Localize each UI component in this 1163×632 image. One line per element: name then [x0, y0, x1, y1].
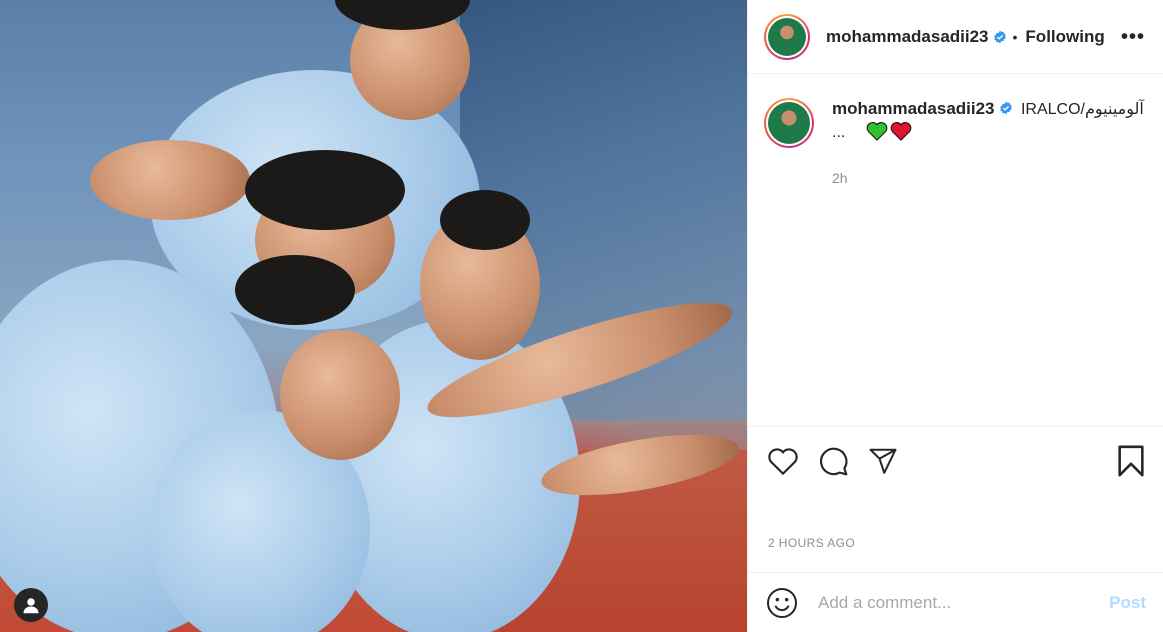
verified-badge-icon: [993, 30, 1006, 43]
following-button[interactable]: Following: [1025, 27, 1104, 47]
person-icon: [23, 598, 39, 614]
caption-more[interactable]: ...: [832, 124, 845, 141]
emoji-button[interactable]: [766, 587, 798, 619]
action-bar: [748, 426, 1163, 496]
smiley-icon: [767, 587, 797, 618]
player-head: [280, 330, 400, 460]
post-comment-button[interactable]: Post: [1109, 593, 1146, 613]
avatar[interactable]: [764, 13, 810, 60]
comment-icon: [819, 447, 848, 476]
share-button[interactable]: [866, 444, 900, 478]
caption-time[interactable]: 2h: [832, 170, 848, 186]
save-button[interactable]: [1114, 444, 1148, 478]
post-panel: mohammadasadii23 • Following ••• mohamma…: [747, 0, 1163, 632]
paper-plane-icon: [869, 448, 897, 474]
posted-time[interactable]: 2 HOURS AGO: [768, 536, 855, 550]
more-options-button[interactable]: •••: [1121, 26, 1145, 49]
caption-username[interactable]: mohammadasadii23: [832, 99, 995, 118]
player-hair: [245, 150, 405, 230]
black-glove: [235, 255, 355, 325]
heart-icon: [768, 448, 798, 476]
caption-text-block: mohammadasadii23 IRALCO/آلومینیوم ...: [832, 98, 1144, 148]
caption: mohammadasadii23 IRALCO/آلومینیوم ...: [764, 98, 1154, 148]
player-arm: [90, 140, 250, 220]
post-header: mohammadasadii23 • Following •••: [748, 0, 1163, 74]
comment-bar: Post: [748, 572, 1163, 632]
red-heart-icon: [890, 122, 912, 141]
bookmark-icon: [1118, 445, 1144, 477]
caption-body: IRALCO/آلومینیوم: [1020, 101, 1144, 118]
user-tag-button[interactable]: [14, 588, 48, 622]
like-button[interactable]: [766, 444, 800, 478]
player-hair: [440, 190, 530, 250]
comment-input[interactable]: [818, 592, 1098, 613]
green-heart-icon: [866, 122, 888, 141]
verified-badge-icon: [999, 101, 1012, 115]
post-photo[interactable]: [0, 0, 747, 632]
separator-dot: •: [1012, 28, 1018, 45]
caption-avatar[interactable]: [764, 98, 814, 148]
comment-button[interactable]: [816, 444, 850, 478]
header-username[interactable]: mohammadasadii23: [826, 27, 989, 47]
